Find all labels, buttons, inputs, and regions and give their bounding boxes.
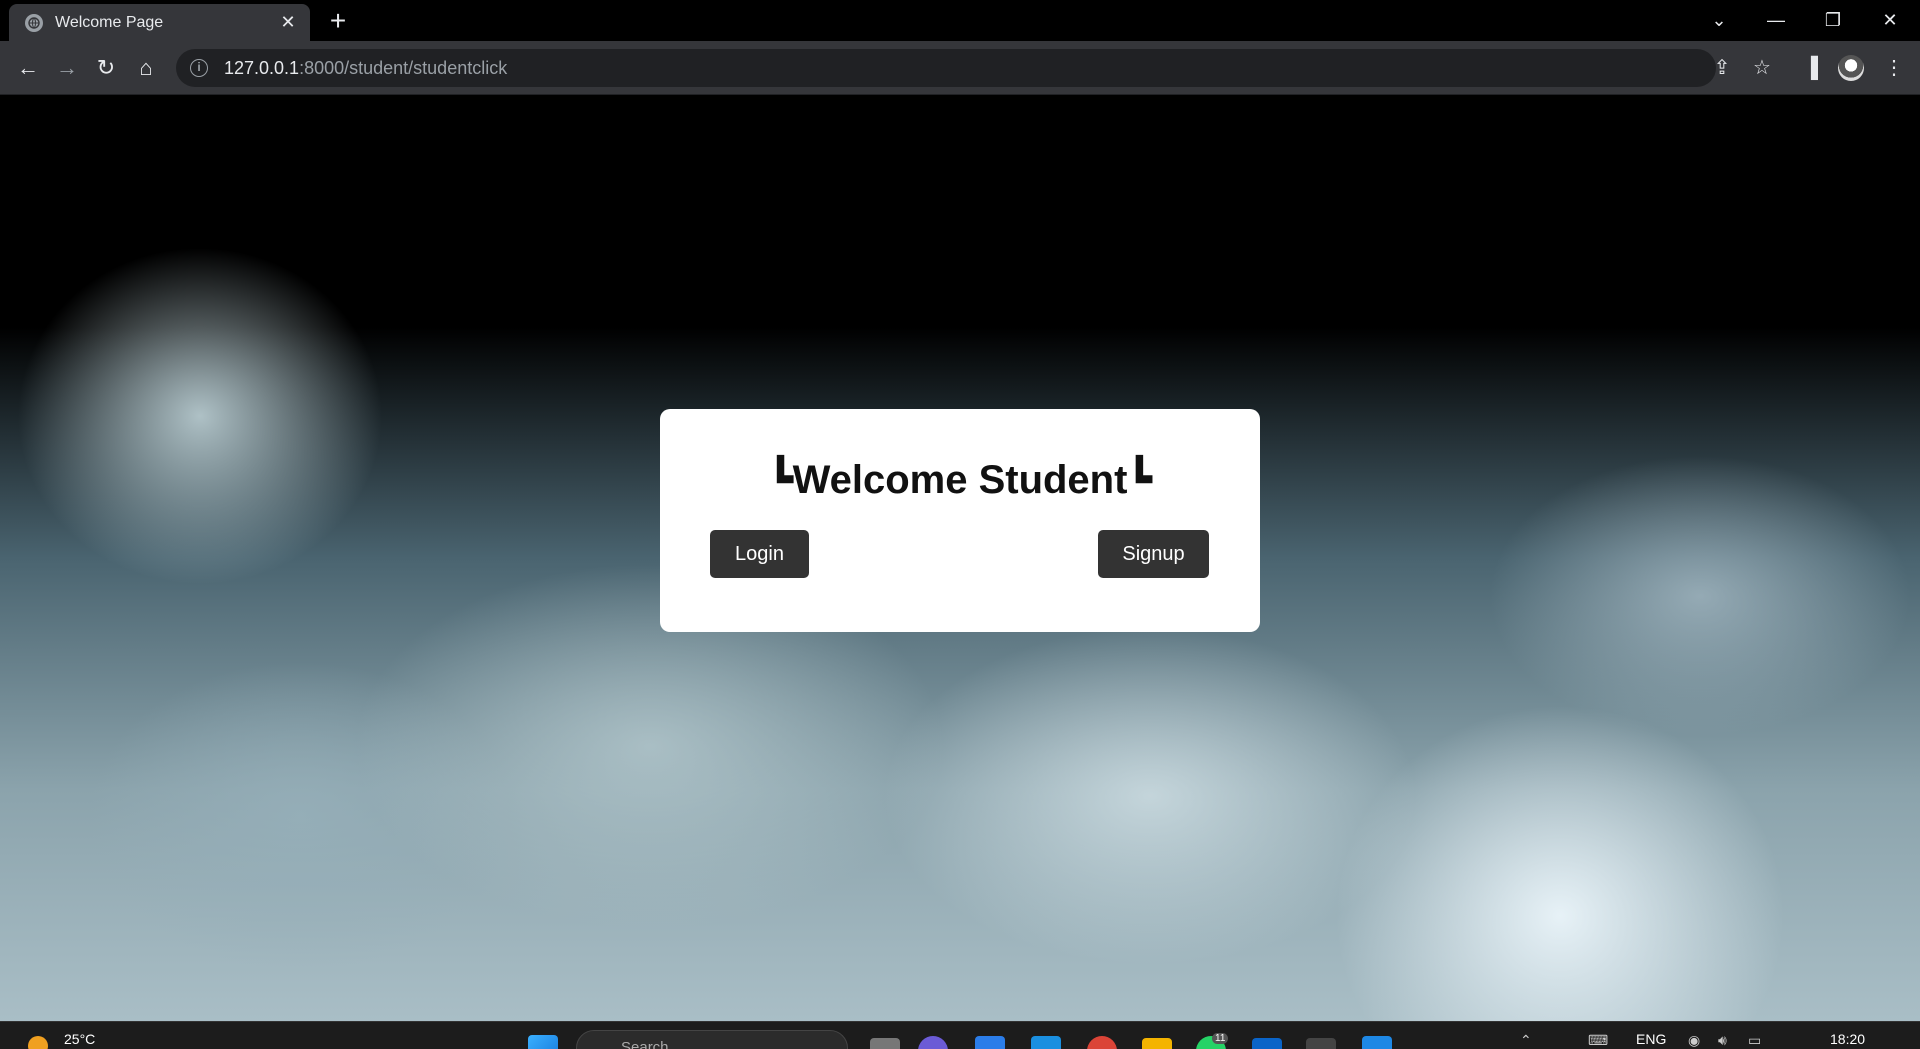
tray-chevron-icon[interactable]: ⌃ bbox=[1520, 1032, 1532, 1049]
weather-icon[interactable] bbox=[28, 1036, 48, 1049]
page-title: ┗Welcome Student┗ bbox=[768, 458, 1152, 502]
home-icon[interactable]: ⌂ bbox=[130, 52, 162, 84]
network-icon[interactable]: ◉ bbox=[1688, 1032, 1700, 1049]
close-icon[interactable]: ✕ bbox=[274, 12, 302, 33]
window-close-icon[interactable]: ✕ bbox=[1862, 0, 1918, 40]
share-icon[interactable]: ⇪ bbox=[1706, 49, 1738, 87]
file-explorer-icon[interactable] bbox=[1142, 1038, 1172, 1049]
info-icon[interactable]: i bbox=[190, 59, 208, 77]
chrome-icon[interactable] bbox=[1087, 1036, 1117, 1049]
terminal-icon[interactable] bbox=[1306, 1038, 1336, 1049]
reload-icon[interactable]: ↻ bbox=[90, 52, 122, 84]
tab-welcome-page[interactable]: Welcome Page ✕ bbox=[9, 4, 310, 41]
signup-button[interactable]: Signup bbox=[1098, 530, 1209, 578]
taskbar-search[interactable]: Search bbox=[576, 1030, 848, 1049]
globe-icon bbox=[25, 13, 43, 32]
profile-avatar[interactable] bbox=[1838, 55, 1864, 81]
whatsapp-badge: 11 bbox=[1212, 1033, 1229, 1044]
restore-icon[interactable]: ❐ bbox=[1805, 0, 1861, 40]
url-text: 127.0.0.1:8000/student/studentclick bbox=[224, 57, 508, 78]
start-icon[interactable] bbox=[528, 1035, 558, 1049]
browser-toolbar: ← → ↻ ⌂ i 127.0.0.1:8000/student/student… bbox=[0, 41, 1920, 95]
teams-icon[interactable] bbox=[918, 1036, 948, 1049]
task-view-icon[interactable] bbox=[870, 1038, 900, 1049]
back-icon[interactable]: ← bbox=[12, 52, 44, 84]
language-indicator[interactable]: ENG bbox=[1636, 1031, 1666, 1047]
clock-time[interactable]: 18:20 bbox=[1830, 1031, 1865, 1047]
whatsapp-icon[interactable]: 11 bbox=[1196, 1033, 1229, 1049]
login-button[interactable]: Login bbox=[710, 530, 809, 578]
volume-icon[interactable]: 🔊︎ bbox=[1718, 1032, 1727, 1049]
star-icon[interactable]: ☆ bbox=[1746, 49, 1778, 87]
plus-icon[interactable]: + bbox=[322, 6, 354, 38]
store-icon[interactable] bbox=[975, 1036, 1005, 1049]
welcome-card: ┗Welcome Student┗ Login Signup bbox=[660, 409, 1260, 632]
tab-title: Welcome Page bbox=[55, 13, 164, 31]
windows-taskbar: 25°C Search 11 ⌃ ⌨ ENG ◉ 🔊︎ ▭ 18:20 bbox=[0, 1021, 1920, 1049]
tab-strip: Welcome Page ✕ + ⌄ — ❐ ✕ bbox=[0, 0, 1920, 41]
search-placeholder: Search bbox=[621, 1039, 669, 1049]
vscode-icon[interactable] bbox=[1362, 1036, 1392, 1049]
weather-temp[interactable]: 25°C bbox=[64, 1031, 95, 1047]
app-icon[interactable] bbox=[1031, 1036, 1061, 1049]
chevron-down-icon[interactable]: ⌄ bbox=[1691, 0, 1747, 40]
page-viewport: ┗Welcome Student┗ Login Signup bbox=[0, 96, 1920, 1021]
address-bar[interactable]: i 127.0.0.1:8000/student/studentclick bbox=[176, 49, 1716, 87]
menu-icon[interactable]: ⋮ bbox=[1878, 49, 1910, 87]
minimize-icon[interactable]: — bbox=[1748, 0, 1804, 40]
outlook-icon[interactable] bbox=[1252, 1038, 1282, 1049]
battery-icon[interactable]: ▭ bbox=[1748, 1032, 1761, 1049]
sidepanel-icon[interactable]: ▐ bbox=[1795, 49, 1827, 87]
keyboard-icon[interactable]: ⌨ bbox=[1588, 1032, 1608, 1049]
forward-icon[interactable]: → bbox=[51, 52, 83, 84]
